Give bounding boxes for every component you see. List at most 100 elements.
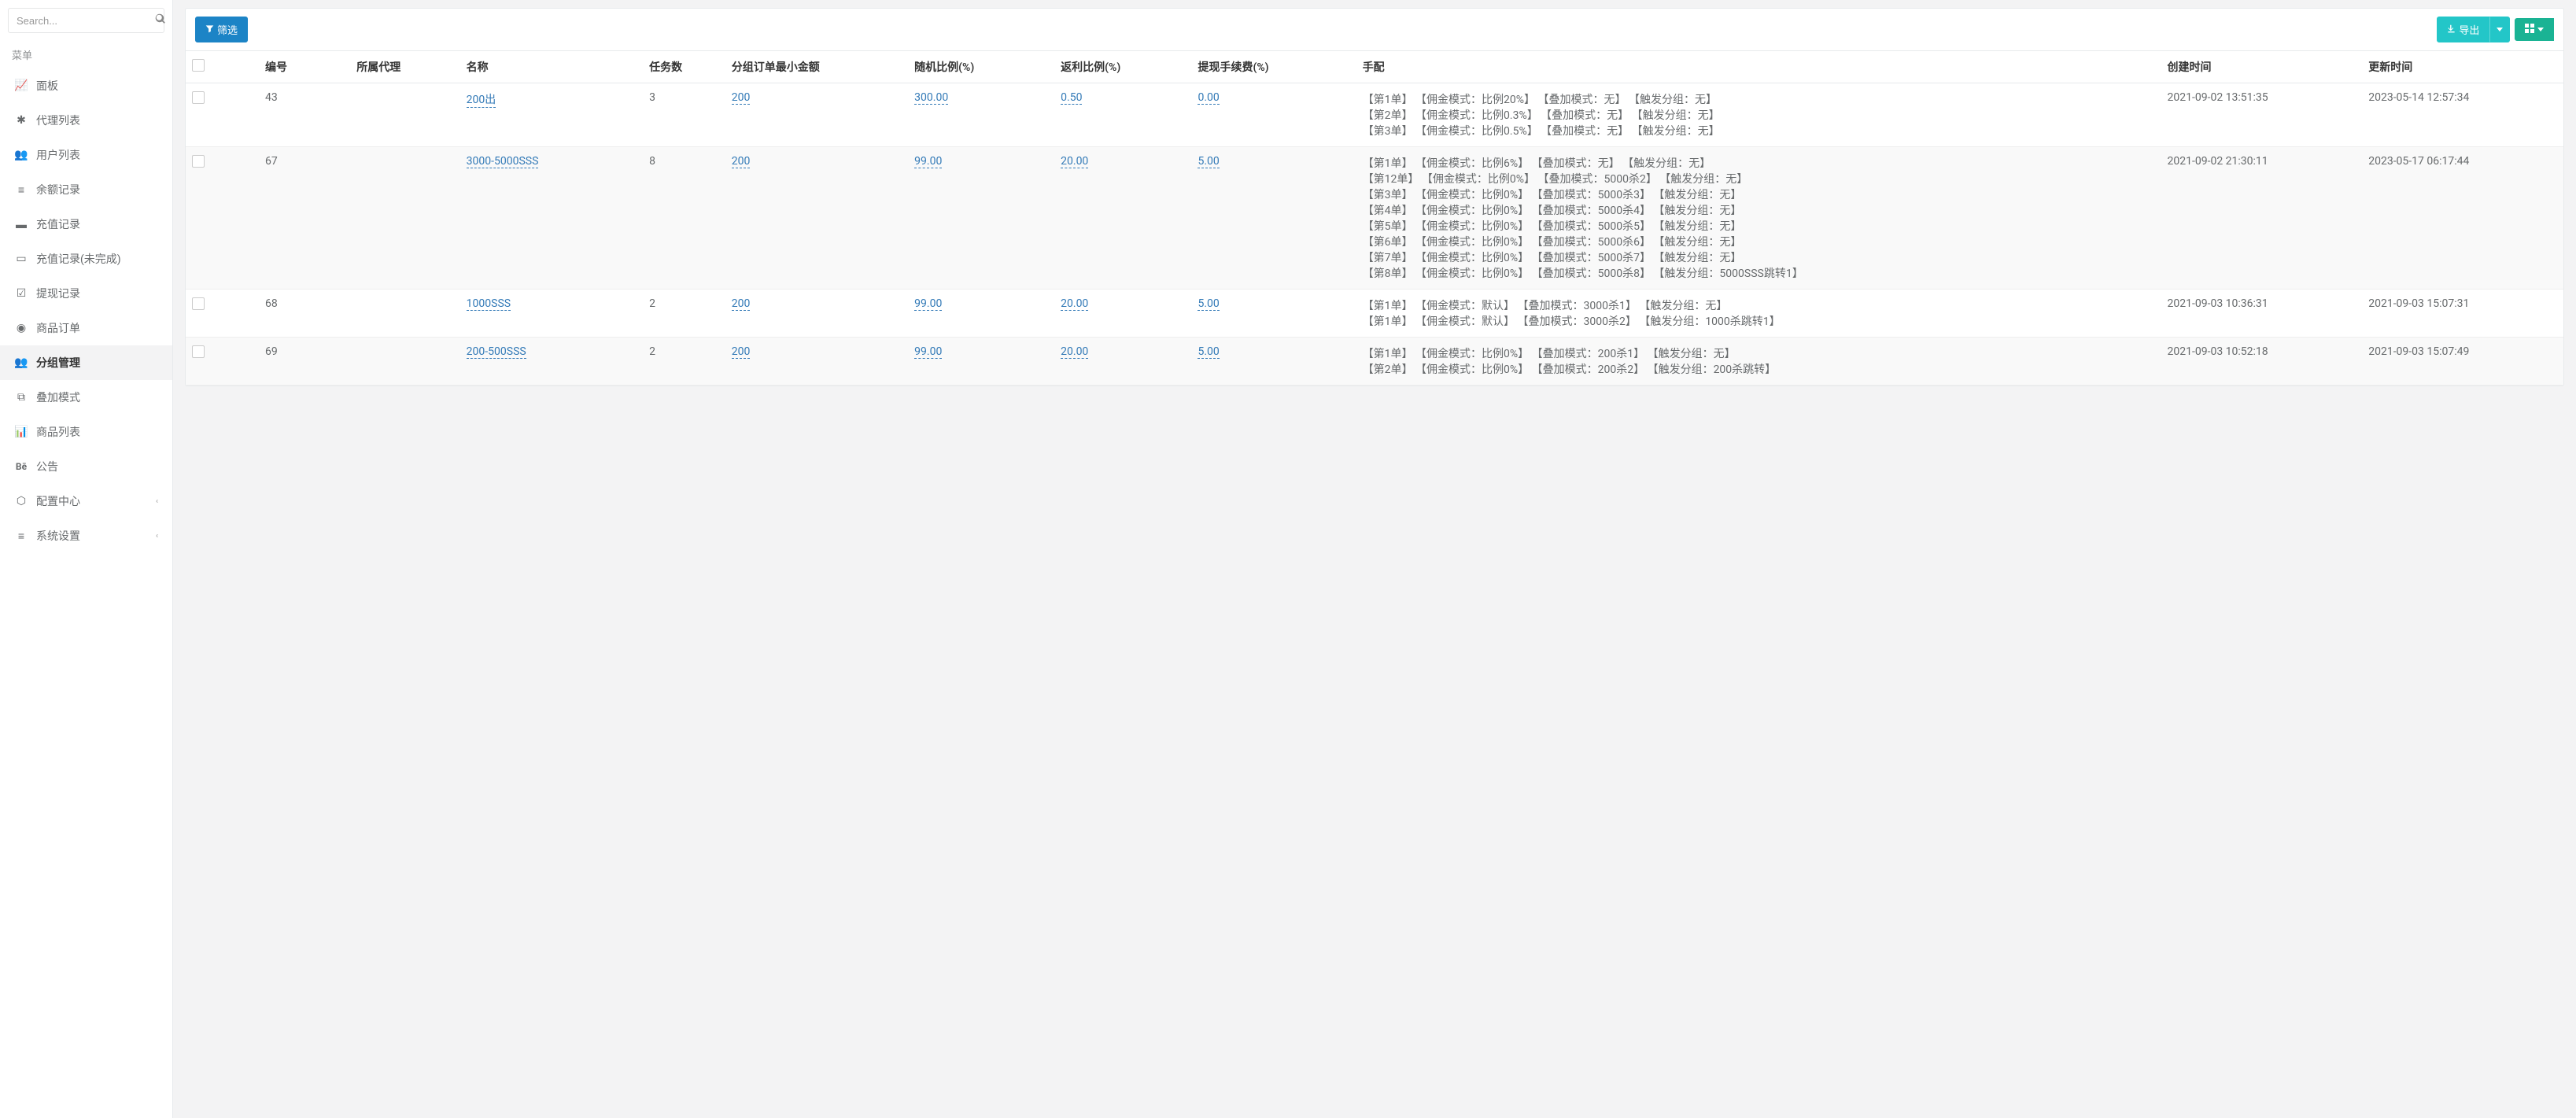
check-icon: ☑	[14, 287, 28, 300]
sidebar-item-config[interactable]: ⬡ 配置中心 ‹	[0, 484, 172, 518]
funnel-icon	[205, 24, 214, 35]
cell-random_pct-link[interactable]: 99.00	[914, 345, 942, 359]
search-box[interactable]	[8, 8, 164, 33]
sidebar-item-label: 余额记录	[36, 182, 80, 197]
menu-icon: ≡	[14, 529, 28, 543]
col-header-created[interactable]: 创建时间	[2161, 51, 2363, 83]
cell-min_amount-link[interactable]: 200	[732, 91, 751, 105]
table-header-row: 编号 所属代理 名称 任务数 分组订单最小金额 随机比例(%) 返利比例(%) …	[186, 51, 2563, 83]
sidebar-item-products[interactable]: 📊 商品列表	[0, 415, 172, 449]
sidebar-item-label: 配置中心	[36, 493, 80, 509]
cell-fee_pct-link[interactable]: 5.00	[1198, 345, 1219, 359]
row-checkbox[interactable]	[192, 91, 205, 104]
cell-name-link[interactable]: 1000SSS	[467, 297, 511, 311]
cell-min_amount-link[interactable]: 200	[732, 345, 751, 359]
cell-fee_pct-link[interactable]: 0.00	[1198, 91, 1219, 105]
cell-min_amount-link[interactable]: 200	[732, 155, 751, 168]
row-checkbox[interactable]	[192, 345, 205, 358]
sidebar-item-label: 代理列表	[36, 113, 80, 128]
sidebar: 菜单 📈 面板 ✱ 代理列表 👥 用户列表 ≡ 余额记录 ▬ 充值记录 ▭ 充值…	[0, 0, 173, 1118]
col-header-id[interactable]: 编号	[259, 51, 350, 83]
sidebar-item-recharge[interactable]: ▬ 充值记录	[0, 207, 172, 242]
cell-updated: 2021-09-03 15:07:31	[2362, 290, 2563, 338]
filter-button[interactable]: 筛选	[195, 17, 248, 42]
toolbar: 筛选 导出	[186, 9, 2563, 51]
cell-handmatch: 【第1单】 【佣金模式：比例0%】 【叠加模式：200杀1】 【触发分组：无】 …	[1356, 338, 2161, 386]
sidebar-item-label: 充值记录(未完成)	[36, 251, 121, 267]
cell-created: 2021-09-03 10:52:18	[2161, 338, 2363, 386]
sidebar-item-dashboard[interactable]: 📈 面板	[0, 68, 172, 103]
col-header-updated[interactable]: 更新时间	[2362, 51, 2563, 83]
cell-name-link[interactable]: 200-500SSS	[467, 345, 526, 359]
sidebar-item-orders[interactable]: ◉ 商品订单	[0, 311, 172, 345]
cell-fee_pct-link[interactable]: 5.00	[1198, 155, 1219, 168]
sidebar-item-label: 叠加模式	[36, 389, 80, 405]
sidebar-item-label: 公告	[36, 459, 58, 474]
cell-created: 2021-09-02 21:30:11	[2161, 147, 2363, 290]
cell-tasks: 3	[643, 83, 725, 147]
sidebar-item-label: 面板	[36, 78, 58, 94]
col-header-minamount[interactable]: 分组订单最小金额	[725, 51, 908, 83]
sidebar-item-balance[interactable]: ≡ 余额记录	[0, 172, 172, 207]
hexagon-icon: ⬡	[14, 495, 28, 507]
menu-header: 菜单	[0, 41, 172, 68]
cell-random_pct-link[interactable]: 300.00	[914, 91, 948, 105]
sidebar-item-overlay[interactable]: ⧉ 叠加模式	[0, 380, 172, 415]
cell-handmatch: 【第1单】 【佣金模式：比例20%】 【叠加模式：无】 【触发分组：无】 【第2…	[1356, 83, 2161, 147]
cell-rebate_pct-link[interactable]: 20.00	[1061, 345, 1088, 359]
caret-down-icon	[2537, 28, 2544, 31]
col-header-agent[interactable]: 所属代理	[350, 51, 459, 83]
col-header-rebate[interactable]: 返利比例(%)	[1054, 51, 1191, 83]
bars-icon: 📊	[14, 426, 28, 438]
row-checkbox[interactable]	[192, 297, 205, 310]
cell-fee_pct-link[interactable]: 5.00	[1198, 297, 1219, 311]
col-header-random[interactable]: 随机比例(%)	[908, 51, 1054, 83]
cell-created: 2021-09-03 10:36:31	[2161, 290, 2363, 338]
cell-name-link[interactable]: 3000-5000SSS	[467, 155, 539, 168]
select-all-checkbox[interactable]	[192, 59, 205, 72]
columns-button[interactable]	[2515, 18, 2554, 41]
cell-name-link[interactable]: 200出	[467, 91, 496, 108]
sidebar-item-withdraw[interactable]: ☑ 提现记录	[0, 276, 172, 311]
cell-rebate_pct-link[interactable]: 20.00	[1061, 155, 1088, 168]
cell-handmatch: 【第1单】 【佣金模式：默认】 【叠加模式：3000杀1】 【触发分组：无】 【…	[1356, 290, 2161, 338]
sidebar-item-label: 分组管理	[36, 355, 80, 371]
cell-rebate_pct-link[interactable]: 20.00	[1061, 297, 1088, 311]
row-checkbox[interactable]	[192, 155, 205, 168]
sidebar-item-agents[interactable]: ✱ 代理列表	[0, 103, 172, 138]
cell-tasks: 8	[643, 147, 725, 290]
sidebar-item-recharge-pending[interactable]: ▭ 充值记录(未完成)	[0, 242, 172, 276]
sidebar-item-settings[interactable]: ≡ 系统设置 ‹	[0, 518, 172, 553]
circle-icon: ◉	[14, 322, 28, 334]
cell-rebate_pct-link[interactable]: 0.50	[1061, 91, 1082, 105]
col-header-tasks[interactable]: 任务数	[643, 51, 725, 83]
export-button-label: 导出	[2459, 22, 2479, 37]
sidebar-item-label: 系统设置	[36, 528, 80, 544]
cell-updated: 2023-05-17 06:17:44	[2362, 147, 2563, 290]
export-button[interactable]: 导出	[2437, 17, 2489, 42]
cell-min_amount-link[interactable]: 200	[732, 297, 751, 311]
list-icon: ≡	[14, 183, 28, 197]
sidebar-item-users[interactable]: 👥 用户列表	[0, 138, 172, 172]
cell-id: 43	[259, 83, 350, 147]
filter-button-label: 筛选	[217, 22, 238, 37]
cell-id: 69	[259, 338, 350, 386]
cell-agent	[350, 147, 459, 290]
col-header-handmatch[interactable]: 手配	[1356, 51, 2161, 83]
search-input[interactable]	[17, 15, 155, 27]
table-row: 681000SSS220099.0020.005.00【第1单】 【佣金模式：默…	[186, 290, 2563, 338]
col-header-fee[interactable]: 提现手续费(%)	[1191, 51, 1356, 83]
chart-area-icon: 📈	[14, 79, 28, 92]
sidebar-item-announce[interactable]: Bē 公告	[0, 449, 172, 484]
sidebar-item-label: 用户列表	[36, 147, 80, 163]
users-icon: 👥	[14, 149, 28, 161]
cell-random_pct-link[interactable]: 99.00	[914, 297, 942, 311]
chevron-left-icon: ‹	[156, 532, 158, 541]
export-dropdown-toggle[interactable]	[2489, 17, 2510, 42]
sidebar-item-label: 商品列表	[36, 424, 80, 440]
cell-random_pct-link[interactable]: 99.00	[914, 155, 942, 168]
cell-tasks: 2	[643, 338, 725, 386]
col-header-name[interactable]: 名称	[460, 51, 643, 83]
sidebar-item-groups[interactable]: 👥 分组管理	[0, 345, 172, 380]
table-row: 43 200出 3 200 300.00 0.50 0.00 【第1单】 【佣金模式：比例20…	[186, 83, 2563, 147]
